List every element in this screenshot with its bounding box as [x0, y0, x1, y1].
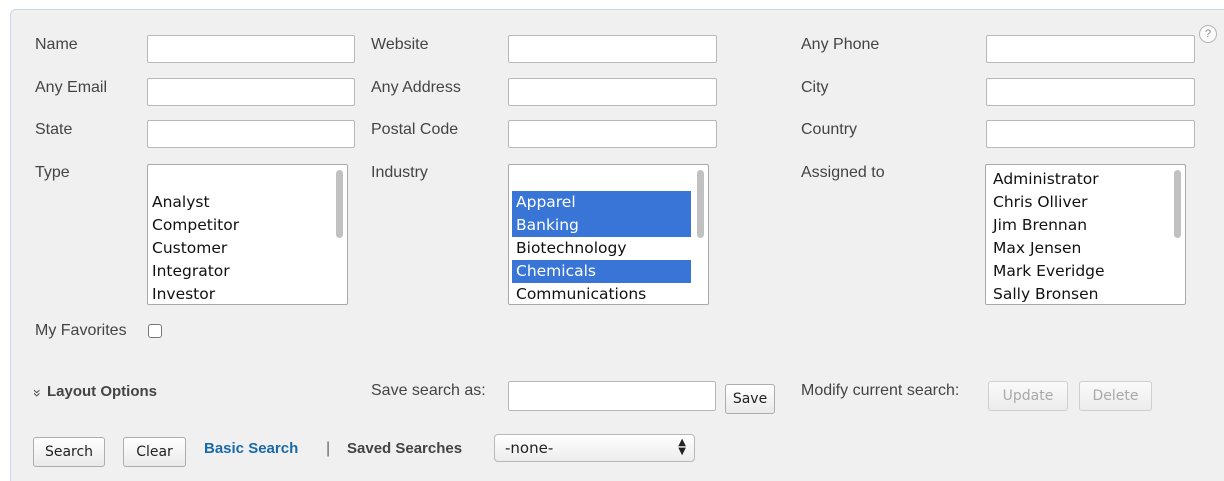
website-input[interactable]: [508, 35, 717, 63]
postal-code-input[interactable]: [508, 120, 717, 148]
industry-option[interactable]: Biotechnology: [512, 237, 691, 260]
scrollbar-thumb[interactable]: [1174, 170, 1181, 238]
any-phone-label: Any Phone: [801, 36, 880, 53]
my-favorites-checkbox[interactable]: [148, 324, 162, 338]
assigned-to-option[interactable]: Sally Bronsen: [989, 283, 1168, 304]
saved-searches-value: -none-: [505, 439, 554, 457]
search-button[interactable]: Search: [33, 437, 105, 467]
industry-option[interactable]: Apparel: [512, 191, 691, 214]
industry-option[interactable]: Communications: [512, 283, 691, 304]
any-address-input[interactable]: [508, 78, 717, 106]
website-label: Website: [371, 36, 429, 53]
assigned-to-option[interactable]: Administrator: [989, 168, 1168, 191]
delete-button[interactable]: Delete: [1079, 381, 1152, 411]
city-input[interactable]: [986, 78, 1195, 106]
help-icon[interactable]: ?: [1199, 25, 1217, 43]
name-input[interactable]: [147, 35, 355, 63]
modify-search-label: Modify current search:: [801, 382, 960, 399]
industry-option[interactable]: Banking: [512, 214, 691, 237]
industry-option[interactable]: Chemicals: [512, 260, 691, 283]
assigned-to-option[interactable]: Jim Brennan: [989, 214, 1168, 237]
industry-listbox[interactable]: Apparel Banking Biotechnology Chemicals Comm…: [508, 164, 709, 305]
saved-searches-select[interactable]: -none- ▲ ▼: [494, 434, 695, 462]
basic-search-link[interactable]: Basic Search: [204, 439, 298, 459]
assigned-to-label: Assigned to: [801, 164, 885, 181]
type-option[interactable]: Investor: [148, 283, 330, 304]
update-button[interactable]: Update: [988, 381, 1068, 411]
postal-code-label: Postal Code: [371, 121, 459, 138]
type-label: Type: [35, 164, 70, 181]
type-option[interactable]: [148, 168, 330, 191]
saved-searches-label: Saved Searches: [347, 440, 463, 457]
any-address-label: Any Address: [371, 79, 461, 96]
assigned-to-option[interactable]: Max Jensen: [989, 237, 1168, 260]
save-button[interactable]: Save: [725, 384, 775, 414]
assigned-to-listbox[interactable]: Administrator Chris Olliver Jim Brennan Max…: [985, 164, 1186, 305]
select-arrows-icon: ▲ ▼: [678, 437, 686, 457]
save-search-input[interactable]: [508, 381, 716, 411]
state-input[interactable]: [147, 120, 355, 148]
clear-button[interactable]: Clear: [123, 437, 186, 467]
type-listbox[interactable]: Analyst Competitor Customer Integrator Inves…: [147, 164, 348, 305]
scrollbar-thumb[interactable]: [697, 170, 704, 238]
type-option[interactable]: Customer: [148, 237, 330, 260]
separator: |: [326, 440, 331, 457]
layout-options-toggle[interactable]: Layout Options: [47, 382, 157, 402]
city-label: City: [801, 79, 829, 96]
type-option[interactable]: Integrator: [148, 260, 330, 283]
state-label: State: [35, 121, 73, 138]
any-email-input[interactable]: [147, 78, 355, 106]
name-label: Name: [35, 36, 78, 53]
double-chevron-down-icon[interactable]: »: [28, 389, 48, 397]
industry-label: Industry: [371, 164, 428, 181]
country-label: Country: [801, 121, 858, 138]
assigned-to-option[interactable]: Chris Olliver: [989, 191, 1168, 214]
any-email-label: Any Email: [35, 79, 108, 96]
any-phone-input[interactable]: [986, 35, 1195, 63]
my-favorites-label: My Favorites: [35, 322, 127, 339]
country-input[interactable]: [986, 120, 1195, 148]
industry-option[interactable]: [512, 168, 691, 191]
type-option[interactable]: Competitor: [148, 214, 330, 237]
type-option[interactable]: Analyst: [148, 191, 330, 214]
scrollbar-thumb[interactable]: [336, 170, 343, 238]
save-search-label: Save search as:: [371, 382, 486, 399]
assigned-to-option[interactable]: Mark Everidge: [989, 260, 1168, 283]
